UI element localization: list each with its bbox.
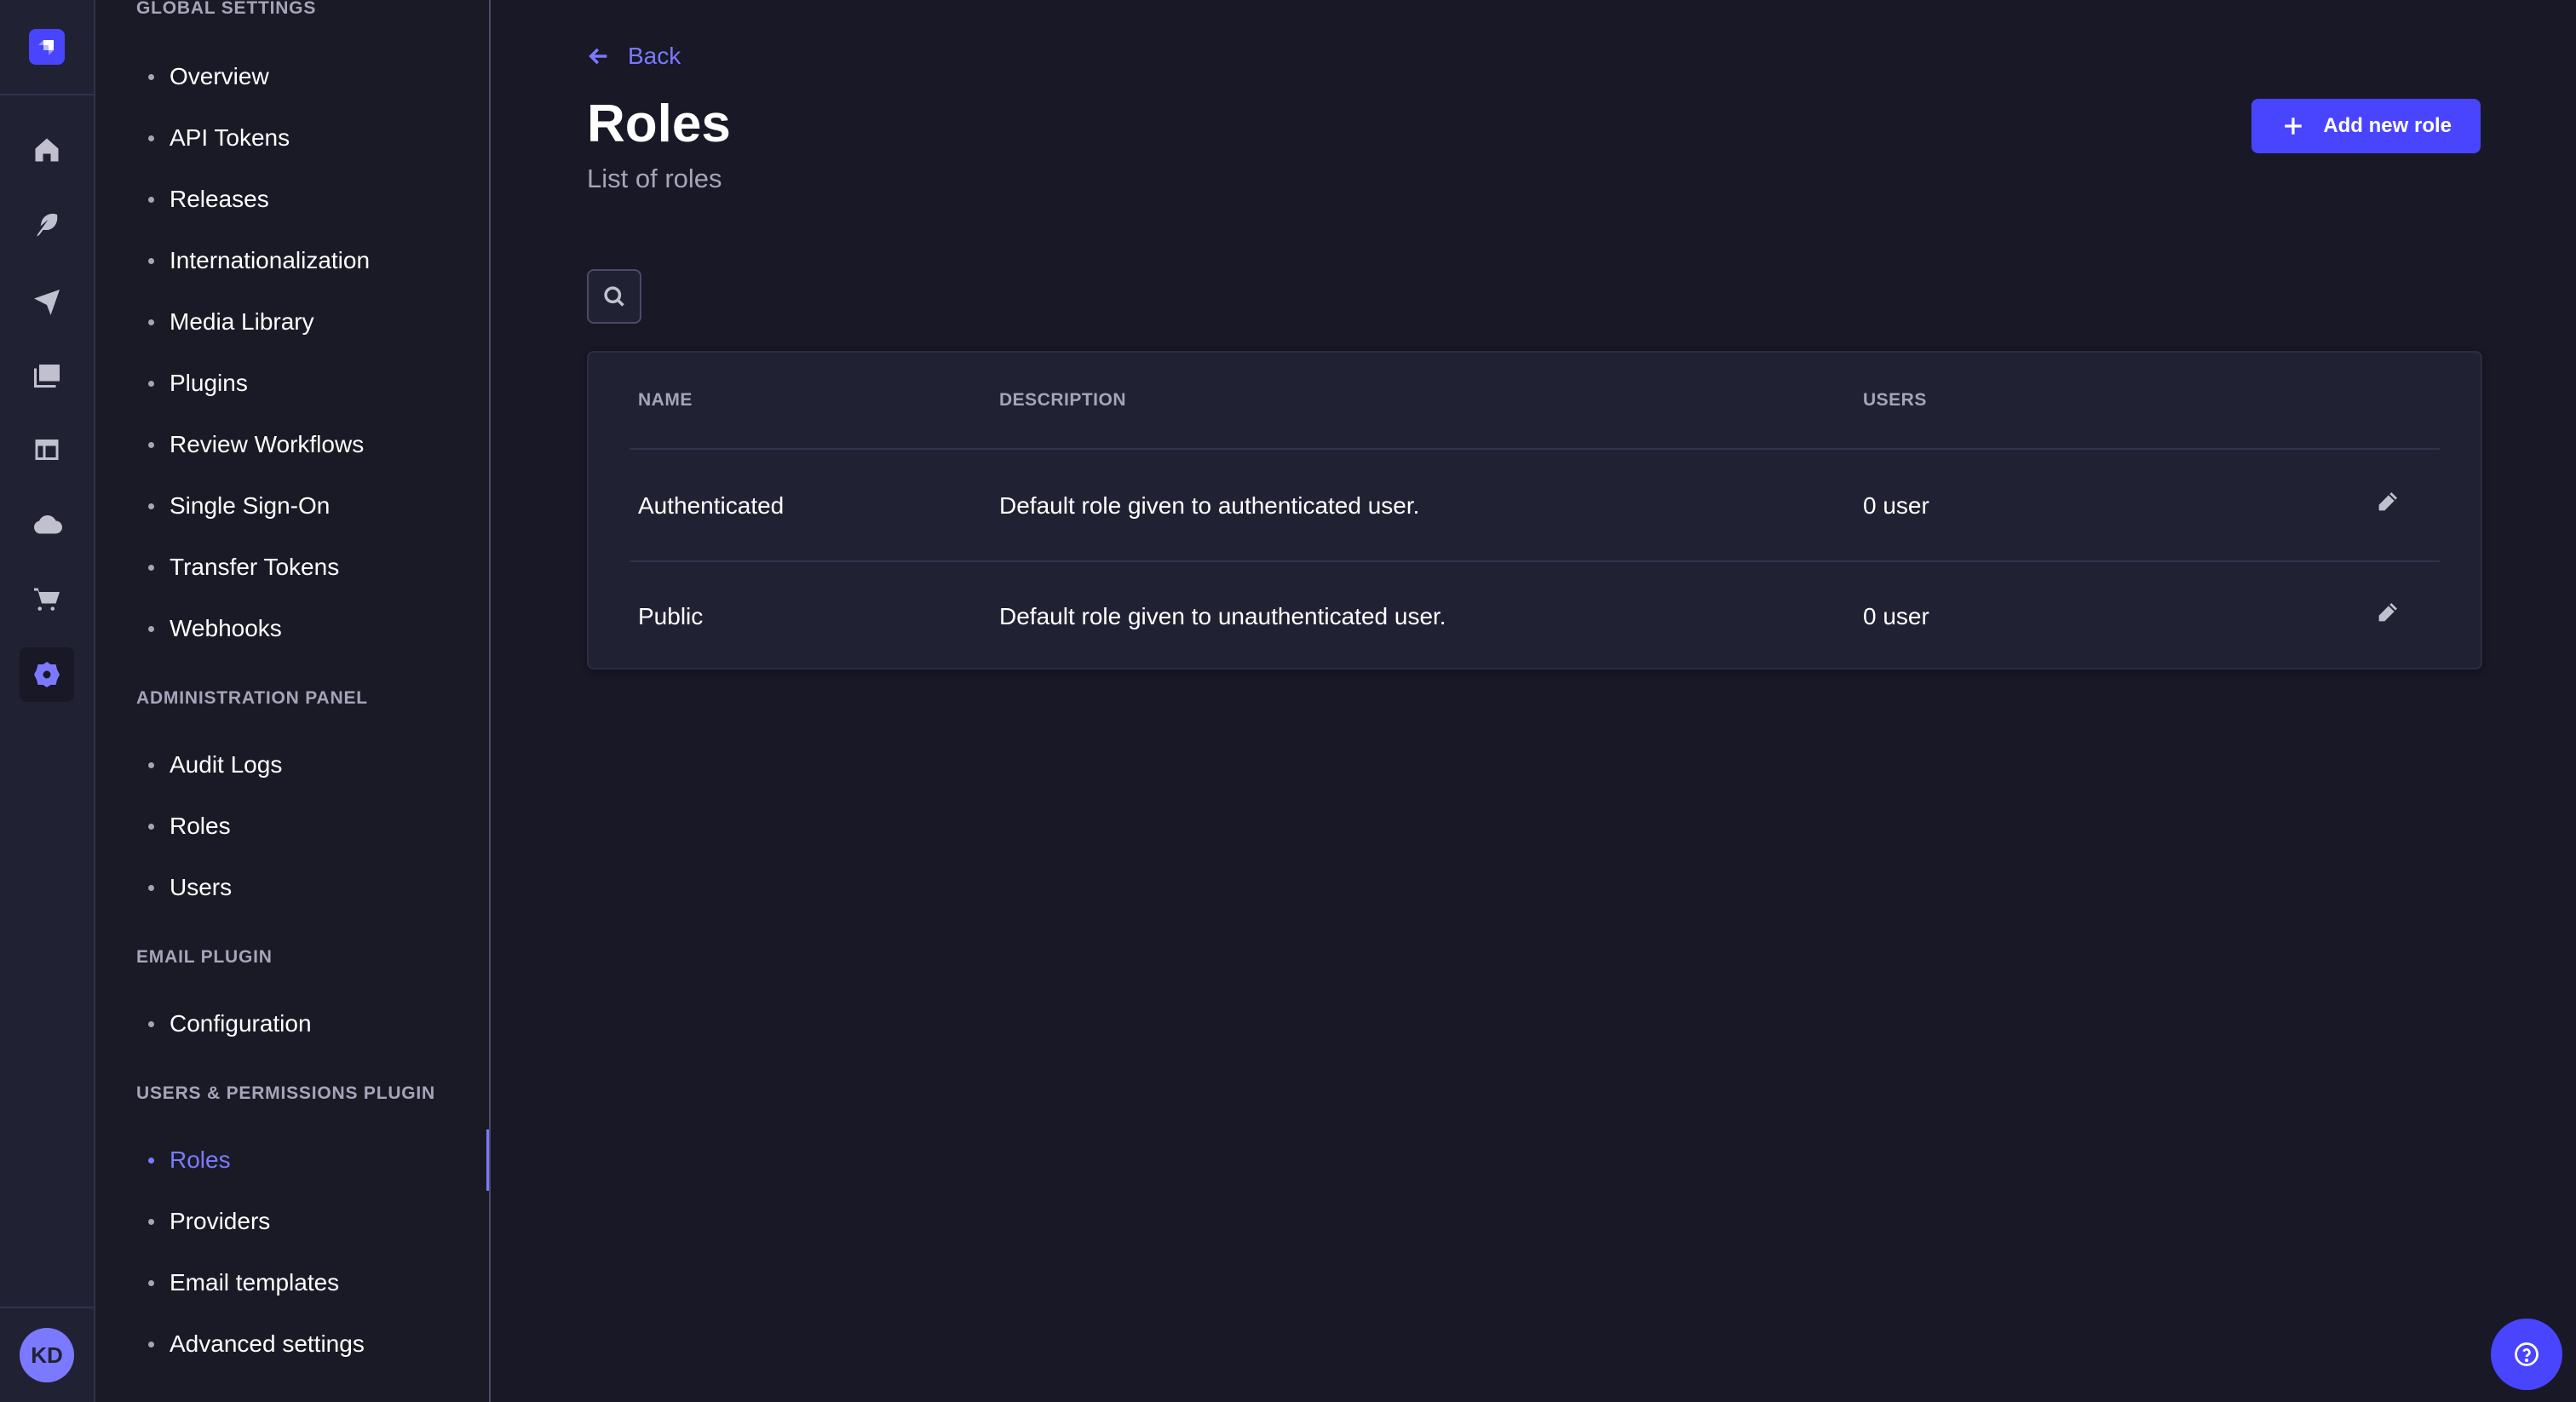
question-circle-icon	[2515, 1342, 2539, 1366]
main-content: Back Roles List of roles Add new role Na…	[492, 0, 2576, 1402]
bullet-icon	[148, 884, 154, 891]
subnav-item-providers[interactable]: Providers	[95, 1196, 489, 1247]
page-title: Roles	[587, 95, 731, 153]
bullet-icon	[148, 1020, 154, 1027]
arrow-left-icon	[589, 48, 607, 65]
paper-plane-icon	[34, 290, 60, 315]
shopping-cart-icon	[34, 588, 60, 611]
subnav-item-audit-logs[interactable]: Audit Logs	[95, 739, 489, 790]
bullet-icon	[148, 73, 154, 80]
nav-content-type-builder[interactable]	[20, 422, 74, 477]
search-button[interactable]	[587, 269, 641, 324]
main-nav-rail: KD	[0, 0, 95, 1402]
avatar[interactable]: KD	[20, 1328, 74, 1382]
bullet-icon	[148, 380, 154, 387]
nav-media-library[interactable]	[20, 348, 74, 402]
pencil-icon	[2378, 603, 2397, 622]
back-link[interactable]: Back	[587, 43, 681, 70]
subnav-item-plugins[interactable]: Plugins	[95, 358, 489, 409]
nav-content-manager[interactable]	[20, 198, 74, 252]
home-icon	[35, 138, 59, 162]
plus-icon	[2285, 118, 2303, 135]
bullet-icon	[148, 625, 154, 632]
role-user-count: 0 user	[1863, 492, 1929, 519]
feather-icon	[37, 213, 58, 237]
subnav-item-webhooks[interactable]: Webhooks	[95, 603, 489, 654]
bullet-icon	[148, 761, 154, 768]
role-name: Public	[638, 603, 704, 629]
subnav-item-api-tokens[interactable]: API Tokens	[95, 112, 489, 164]
pencil-icon	[2378, 492, 2397, 511]
page-subtitle: List of roles	[587, 164, 722, 193]
bullet-icon	[148, 823, 154, 830]
subnav-item-releases[interactable]: Releases	[95, 174, 489, 225]
subnav-item-review-workflows[interactable]: Review Workflows	[95, 419, 489, 470]
back-label: Back	[628, 43, 681, 69]
strapi-logo-icon[interactable]	[29, 29, 65, 65]
nav-settings[interactable]	[20, 647, 74, 702]
column-header-users: Users	[1863, 390, 1927, 410]
section-title-email-plugin: Email Plugin	[136, 947, 273, 967]
subnav-item-email-configuration[interactable]: Configuration	[95, 998, 489, 1049]
nav-deploy[interactable]	[20, 273, 74, 327]
bullet-icon	[148, 1279, 154, 1286]
bullet-icon	[148, 564, 154, 571]
subnav-item-media-library[interactable]: Media Library	[95, 296, 489, 348]
section-title-users-permissions-plugin: Users & Permissions Plugin	[136, 1083, 436, 1103]
bullet-icon	[148, 1341, 154, 1347]
table-row[interactable]: Public Default role given to unauthentic…	[630, 562, 2440, 673]
table-row[interactable]: Authenticated Default role given to auth…	[630, 451, 2440, 562]
bullet-icon	[148, 441, 154, 448]
subnav-item-users[interactable]: Users	[95, 862, 489, 913]
section-title-global-settings: Global Settings	[136, 0, 317, 18]
subnav-item-single-sign-on[interactable]: Single Sign-On	[95, 480, 489, 531]
edit-role-button[interactable]	[2373, 489, 2401, 516]
gear-icon	[34, 662, 60, 687]
section-title-administration-panel: Administration Panel	[136, 688, 368, 708]
add-new-role-button[interactable]: Add new role	[2251, 99, 2481, 153]
layout-icon	[35, 440, 59, 460]
subnav-item-internationalization[interactable]: Internationalization	[95, 235, 489, 286]
subnav-item-transfer-tokens[interactable]: Transfer Tokens	[95, 542, 489, 593]
column-header-name: Name	[638, 390, 693, 410]
search-icon	[604, 286, 624, 307]
user-menu-area: KD	[0, 1307, 94, 1402]
role-user-count: 0 user	[1863, 603, 1929, 629]
bullet-icon	[148, 503, 154, 509]
roles-table: Name Description Users Authenticated Def…	[587, 351, 2482, 669]
bullet-icon	[148, 319, 154, 325]
role-description: Default role given to unauthenticated us…	[999, 603, 1446, 629]
add-new-role-label: Add new role	[2323, 114, 2452, 137]
logo-area	[0, 0, 94, 95]
subnav-item-admin-roles[interactable]: Roles	[95, 801, 489, 852]
bullet-icon	[148, 1157, 154, 1164]
table-header: Name Description Users	[630, 353, 2440, 450]
cloud-icon	[33, 514, 62, 534]
subnav-item-up-roles[interactable]: Roles	[95, 1129, 489, 1191]
column-header-description: Description	[999, 390, 1127, 410]
role-description: Default role given to authenticated user…	[999, 492, 1420, 519]
help-button[interactable]	[2491, 1319, 2562, 1390]
bullet-icon	[148, 135, 154, 141]
nav-marketplace[interactable]	[20, 572, 74, 627]
settings-subnav: Global Settings Overview API Tokens Rele…	[95, 0, 491, 1402]
role-name: Authenticated	[638, 492, 785, 519]
bullet-icon	[148, 1218, 154, 1225]
subnav-item-advanced-settings[interactable]: Advanced settings	[95, 1319, 489, 1370]
subnav-item-overview[interactable]: Overview	[95, 51, 489, 102]
bullet-icon	[148, 257, 154, 264]
media-library-icon	[34, 365, 60, 388]
nav-home[interactable]	[20, 123, 74, 177]
edit-role-button[interactable]	[2373, 600, 2401, 627]
subnav-item-email-templates[interactable]: Email templates	[95, 1257, 489, 1308]
nav-cloud[interactable]	[20, 497, 74, 552]
bullet-icon	[148, 196, 154, 203]
